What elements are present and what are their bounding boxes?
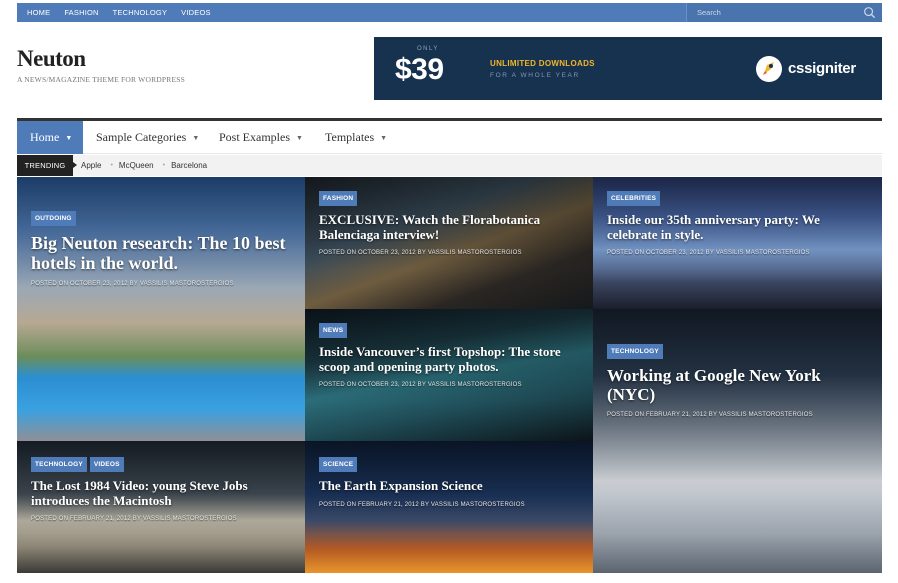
caret-down-icon: ▼ — [65, 133, 73, 142]
featured-tile-fashion[interactable]: FASHION EXCLUSIVE: Watch the Florabotani… — [305, 177, 593, 309]
tile-badges: CELEBRITIES — [607, 191, 870, 206]
category-badge[interactable]: VIDEOS — [89, 457, 124, 472]
ad-headline: UNLIMITED DOWNLOADS — [490, 59, 595, 68]
nav-templates[interactable]: Templates ▼ — [325, 121, 387, 154]
tile-content: TECHNOLOGY Working at Google New York (N… — [607, 344, 870, 418]
tile-badges: TECHNOLOGY — [607, 344, 870, 359]
tile-title[interactable]: Working at Google New York (NYC) — [607, 366, 870, 404]
tile-content: CELEBRITIES Inside our 35th anniversary … — [607, 191, 870, 256]
trending-arrow-icon — [73, 162, 77, 168]
tile-meta: POSTED ON OCTOBER 23, 2012 BY VASSILIS M… — [31, 281, 234, 288]
tile-content: NEWS Inside Vancouver’s first Topshop: T… — [319, 323, 581, 388]
caret-down-icon: ▼ — [380, 133, 388, 142]
ad-brand: cssigniter — [754, 54, 869, 84]
featured-tile-science[interactable]: SCIENCE The Earth Expansion Science POST… — [305, 441, 593, 573]
tile-meta: POSTED ON OCTOBER 23, 2012 BY VASSILIS M… — [319, 382, 522, 389]
trending-label: TRENDING — [17, 155, 73, 176]
caret-down-icon: ▼ — [192, 133, 200, 142]
tile-badges: OUTDOING — [31, 211, 293, 226]
tile-badges: TECHNOLOGY VIDEOS — [31, 457, 293, 472]
trending-bar: TRENDING Apple • McQueen • Barcelona — [17, 155, 882, 176]
top-nav-technology[interactable]: TECHNOLOGY — [113, 8, 168, 17]
tile-title[interactable]: The Lost 1984 Video: young Steve Jobs in… — [31, 478, 293, 508]
tile-meta: POSTED ON OCTOBER 23, 2012 BY VASSILIS M… — [319, 250, 522, 257]
tile-content: TECHNOLOGY VIDEOS The Lost 1984 Video: y… — [31, 457, 293, 522]
search-input[interactable] — [687, 3, 857, 22]
ad-subline: FOR A WHOLE YEAR — [490, 72, 580, 79]
main-nav: Home ▼ Sample Categories ▼ Post Examples… — [17, 118, 882, 154]
featured-tile-hotels[interactable]: OUTDOING Big Neuton research: The 10 bes… — [17, 177, 305, 441]
trending-link-barcelona[interactable]: Barcelona — [171, 161, 207, 170]
top-nav: HOME FASHION TECHNOLOGY VIDEOS — [27, 3, 225, 22]
nav-templates-label: Templates — [325, 130, 375, 144]
search-box — [686, 3, 882, 22]
category-badge[interactable]: NEWS — [319, 323, 348, 338]
search-icon[interactable] — [863, 6, 876, 19]
nav-sample-categories[interactable]: Sample Categories ▼ — [96, 121, 199, 154]
tile-content: SCIENCE The Earth Expansion Science POST… — [319, 457, 581, 508]
top-nav-fashion[interactable]: FASHION — [64, 8, 98, 17]
tile-meta: POSTED ON FEBRUARY 21, 2012 BY VASSILIS … — [31, 516, 237, 523]
tile-content: OUTDOING Big Neuton research: The 10 bes… — [31, 211, 293, 287]
caret-down-icon: ▼ — [296, 133, 303, 142]
top-bar: HOME FASHION TECHNOLOGY VIDEOS — [17, 3, 882, 22]
site-tagline: A NEWS/MAGAZINE THEME FOR WORDPRESS — [17, 75, 185, 84]
category-badge[interactable]: TECHNOLOGY — [31, 457, 87, 472]
category-badge[interactable]: OUTDOING — [31, 211, 76, 226]
bullet-icon: • — [162, 162, 166, 169]
tile-title[interactable]: Big Neuton research: The 10 best hotels … — [31, 233, 293, 273]
cssigniter-logo-icon — [756, 56, 782, 82]
nav-home-label: Home — [30, 130, 60, 144]
top-nav-videos[interactable]: VIDEOS — [181, 8, 211, 17]
trending-link-mcqueen[interactable]: McQueen — [119, 161, 154, 170]
category-badge[interactable]: CELEBRITIES — [607, 191, 661, 206]
featured-tile-party[interactable]: CELEBRITIES Inside our 35th anniversary … — [593, 177, 882, 309]
featured-tile-macintosh[interactable]: TECHNOLOGY VIDEOS The Lost 1984 Video: y… — [17, 441, 305, 573]
tile-badges: FASHION — [319, 191, 581, 206]
tile-title[interactable]: The Earth Expansion Science — [319, 478, 581, 494]
tile-title[interactable]: Inside our 35th anniversary party: We ce… — [607, 212, 870, 242]
ad-brand-name: cssigniter — [788, 60, 856, 77]
tile-title[interactable]: EXCLUSIVE: Watch the Florabotanica Balen… — [319, 212, 581, 242]
featured-tile-google[interactable]: TECHNOLOGY Working at Google New York (N… — [593, 309, 882, 573]
category-badge[interactable]: SCIENCE — [319, 457, 358, 472]
category-badge[interactable]: TECHNOLOGY — [607, 344, 663, 359]
nav-sample-categories-label: Sample Categories — [96, 130, 187, 144]
nav-post-examples[interactable]: Post Examples ▼ — [219, 121, 303, 154]
tile-meta: POSTED ON FEBRUARY 21, 2012 BY VASSILIS … — [607, 412, 813, 419]
tile-title[interactable]: Inside Vancouver’s first Topshop: The st… — [319, 344, 581, 374]
tile-badges: SCIENCE — [319, 457, 581, 472]
featured-tile-topshop[interactable]: NEWS Inside Vancouver’s first Topshop: T… — [305, 309, 593, 441]
ad-banner[interactable]: ONLY $39 UNLIMITED DOWNLOADS FOR A WHOLE… — [374, 37, 882, 100]
trending-link-apple[interactable]: Apple — [81, 161, 101, 170]
site-logo[interactable]: Neuton — [17, 46, 86, 72]
trending-links: Apple • McQueen • Barcelona — [81, 155, 216, 176]
ad-only-label: ONLY — [417, 46, 439, 52]
top-nav-home[interactable]: HOME — [27, 8, 50, 17]
nav-post-examples-label: Post Examples — [219, 130, 290, 144]
tile-meta: POSTED ON FEBRUARY 21, 2012 BY VASSILIS … — [319, 501, 525, 508]
category-badge[interactable]: FASHION — [319, 191, 358, 206]
bullet-icon: • — [110, 162, 113, 169]
nav-home[interactable]: Home ▼ — [17, 121, 83, 154]
tile-content: FASHION EXCLUSIVE: Watch the Florabotani… — [319, 191, 581, 256]
tile-meta: POSTED ON OCTOBER 23, 2012 BY VASSILIS M… — [607, 250, 810, 257]
ad-price: $39 — [395, 53, 444, 86]
tile-badges: NEWS — [319, 323, 581, 338]
